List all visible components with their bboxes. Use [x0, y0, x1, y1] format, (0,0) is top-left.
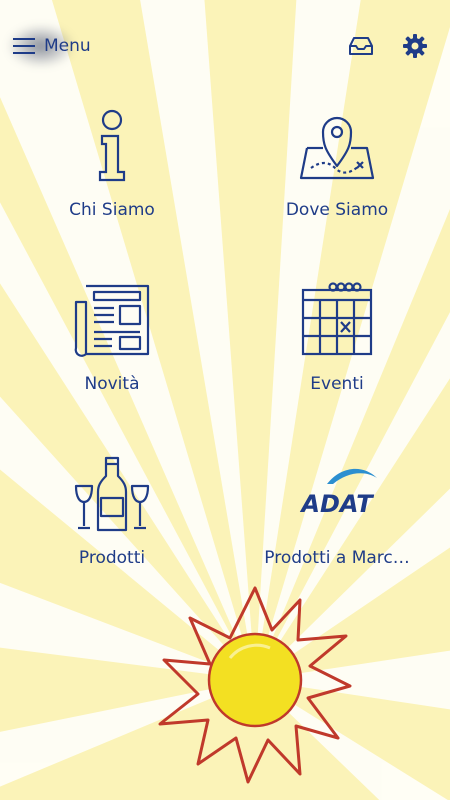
- inbox-icon: [349, 37, 373, 55]
- newspaper-icon: [74, 284, 150, 357]
- tile-label: Prodotti a Marc…: [264, 548, 410, 568]
- wine-bottle-icon: [74, 456, 150, 532]
- sun-illustration: [158, 586, 352, 784]
- menu-label: Menu: [44, 36, 91, 56]
- settings-button[interactable]: [398, 30, 432, 62]
- tile-label: Prodotti: [78, 548, 146, 568]
- home-screen: Menu Chi Siamo Dove Siamo Novità Eventi …: [0, 0, 450, 800]
- tile-label: Chi Siamo: [69, 200, 155, 220]
- info-icon: [98, 109, 126, 182]
- svg-text:ADAT: ADAT: [299, 490, 374, 518]
- tile-label: Eventi: [310, 374, 364, 394]
- inbox-button[interactable]: [344, 30, 378, 62]
- adat-logo: ADAT: [299, 468, 377, 518]
- gear-icon: [403, 34, 427, 58]
- tile-label: Dove Siamo: [285, 200, 389, 220]
- map-pin-icon: [299, 116, 375, 180]
- tile-chi-siamo[interactable]: Chi Siamo: [27, 108, 197, 258]
- hamburger-icon: [13, 38, 35, 54]
- tile-eventi[interactable]: Eventi: [252, 282, 422, 432]
- top-bar: Menu: [0, 0, 450, 90]
- calendar-icon: [301, 282, 373, 356]
- tile-novita[interactable]: Novità: [27, 282, 197, 432]
- tile-label: Novità: [84, 374, 140, 394]
- menu-button[interactable]: Menu: [6, 24, 91, 68]
- tile-dove-siamo[interactable]: Dove Siamo: [252, 108, 422, 258]
